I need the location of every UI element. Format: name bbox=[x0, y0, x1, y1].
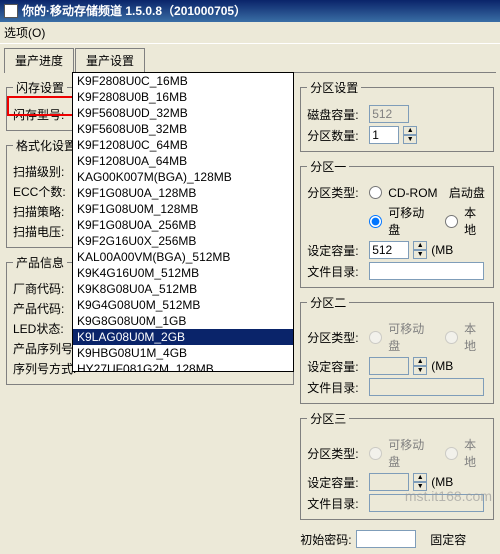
serialmode-label: 序列号方式: bbox=[13, 360, 76, 377]
product-legend: 产品信息 bbox=[13, 254, 67, 271]
dropdown-option[interactable]: K9G4G08U0M_512MB bbox=[73, 297, 293, 313]
diskcap-value bbox=[369, 105, 409, 123]
flash-legend: 闪存设置 bbox=[13, 79, 67, 96]
partition-1: 分区一 分区类型: CD-ROM 启动盘 可移动盘 本地 设定容量: ▲▼ (MB 文… bbox=[300, 158, 494, 288]
diskcap-label: 磁盘容量: bbox=[307, 106, 365, 123]
app-icon bbox=[4, 4, 18, 18]
dropdown-option[interactable]: KAL00A00VM(BGA)_512MB bbox=[73, 249, 293, 265]
p2-dir-label: 文件目录: bbox=[307, 379, 365, 396]
p2-local-radio bbox=[445, 331, 458, 344]
p1-dir-label: 文件目录: bbox=[307, 263, 365, 280]
p2-unit: (MB bbox=[431, 359, 453, 373]
dropdown-option[interactable]: K9F5608U0D_32MB bbox=[73, 105, 293, 121]
menu-bar: 选项(O) bbox=[0, 22, 500, 44]
p3-legend: 分区三 bbox=[307, 410, 349, 427]
p2-removable-label: 可移动盘 bbox=[388, 320, 434, 354]
dropdown-option[interactable]: K9F2808U0B_16MB bbox=[73, 89, 293, 105]
p2-cap-spinner: ▲▼ bbox=[413, 357, 427, 375]
scan-policy-label: 扫描策略: bbox=[13, 203, 71, 220]
p1-removable-radio[interactable] bbox=[369, 215, 382, 228]
p2-cap-input bbox=[369, 357, 409, 375]
dropdown-option[interactable]: K9F1G08U0A_256MB bbox=[73, 217, 293, 233]
p1-cdrom-label: CD-ROM bbox=[388, 186, 437, 200]
window-title: 你的·移动存储频道 1.5.0.8（201000705） bbox=[22, 0, 246, 22]
menu-options[interactable]: 选项(O) bbox=[4, 26, 45, 40]
dropdown-option[interactable]: K9F1208U0A_64MB bbox=[73, 153, 293, 169]
p3-unit: (MB bbox=[431, 475, 453, 489]
led-label: LED状态: bbox=[13, 320, 71, 337]
scan-voltage-label: 扫描电压: bbox=[13, 223, 71, 240]
tab-settings[interactable]: 量产设置 bbox=[75, 48, 145, 73]
dropdown-option[interactable]: KAG00K007M(BGA)_128MB bbox=[73, 169, 293, 185]
flash-model-dropdown[interactable]: K9F2808U0C_16MBK9F2808U0B_16MBK9F5608U0D… bbox=[72, 72, 294, 372]
dropdown-option[interactable]: K9F1G08U0A_128MB bbox=[73, 185, 293, 201]
p3-local-label: 本地 bbox=[464, 436, 487, 470]
p1-cap-input[interactable] bbox=[369, 241, 409, 259]
p3-local-radio bbox=[445, 447, 458, 460]
partcount-spinner[interactable]: ▲▼ bbox=[403, 126, 417, 144]
p1-local-label: 本地 bbox=[464, 204, 487, 238]
p2-cap-label: 设定容量: bbox=[307, 358, 365, 375]
p1-removable-label: 可移动盘 bbox=[388, 204, 434, 238]
flash-model-label: 闪存型号: bbox=[13, 106, 71, 123]
p2-removable-radio bbox=[369, 331, 382, 344]
p1-cdrom-radio[interactable] bbox=[369, 186, 382, 199]
dropdown-option[interactable]: K9HBG08U1M_4GB bbox=[73, 345, 293, 361]
dropdown-option[interactable]: K9G8G08U0M_1GB bbox=[73, 313, 293, 329]
p1-unit: (MB bbox=[431, 243, 453, 257]
format-legend: 格式化设置 bbox=[13, 137, 79, 154]
partition-2: 分区二 分区类型: 可移动盘 本地 设定容量: ▲▼ (MB 文件目录: bbox=[300, 294, 494, 404]
title-bar: 你的·移动存储频道 1.5.0.8（201000705） bbox=[0, 0, 500, 22]
dropdown-option[interactable]: K9LAG08U0M_2GB bbox=[73, 329, 293, 345]
p2-dir-input bbox=[369, 378, 484, 396]
dropdown-option[interactable]: HY27UF081G2M_128MB bbox=[73, 361, 293, 372]
p2-local-label: 本地 bbox=[464, 320, 487, 354]
product-label: 产品代码: bbox=[13, 300, 71, 317]
chevron-up-icon: ▲ bbox=[403, 126, 417, 135]
p3-dir-label: 文件目录: bbox=[307, 495, 365, 512]
tab-strip: 量产进度 量产设置 bbox=[4, 48, 496, 73]
dropdown-option[interactable]: K9F2808U0C_16MB bbox=[73, 73, 293, 89]
p1-type-label: 分区类型: bbox=[307, 184, 365, 201]
watermark: mst.it168.com bbox=[405, 488, 492, 504]
p3-cap-label: 设定容量: bbox=[307, 474, 365, 491]
p2-type-label: 分区类型: bbox=[307, 329, 365, 346]
ecc-label: ECC个数: bbox=[13, 183, 71, 200]
p1-legend: 分区一 bbox=[307, 158, 349, 175]
p1-boot-label: 启动盘 bbox=[449, 184, 485, 201]
scan-level-label: 扫描级别: bbox=[13, 163, 71, 180]
p1-cap-label: 设定容量: bbox=[307, 242, 365, 259]
dropdown-option[interactable]: K9K4G16U0M_512MB bbox=[73, 265, 293, 281]
p1-local-radio[interactable] bbox=[445, 215, 458, 228]
p3-cap-input bbox=[369, 473, 409, 491]
dropdown-option[interactable]: K9F2G16U0X_256MB bbox=[73, 233, 293, 249]
vendor-label: 厂商代码: bbox=[13, 280, 71, 297]
dropdown-option[interactable]: K9F1208U0C_64MB bbox=[73, 137, 293, 153]
p1-cap-spinner[interactable]: ▲▼ bbox=[413, 241, 427, 259]
partcount-value[interactable] bbox=[369, 126, 399, 144]
p3-removable-label: 可移动盘 bbox=[388, 436, 434, 470]
dropdown-option[interactable]: K9F1G08U0M_128MB bbox=[73, 201, 293, 217]
init-pwd-label: 初始密码: bbox=[300, 531, 351, 548]
p3-removable-radio bbox=[369, 447, 382, 460]
dropdown-option[interactable]: K9K8G08U0A_512MB bbox=[73, 281, 293, 297]
chevron-down-icon: ▼ bbox=[403, 135, 417, 144]
serial-label: 产品序列号: bbox=[13, 340, 76, 357]
partcount-label: 分区数量: bbox=[307, 127, 365, 144]
init-pwd-input[interactable] bbox=[356, 530, 416, 548]
dropdown-option[interactable]: K9F5608U0B_32MB bbox=[73, 121, 293, 137]
fix-label: 固定容 bbox=[430, 531, 466, 548]
p2-legend: 分区二 bbox=[307, 294, 349, 311]
partset-legend: 分区设置 bbox=[307, 79, 361, 96]
partition-set: 分区设置 磁盘容量: 分区数量: ▲▼ bbox=[300, 79, 494, 152]
tab-progress[interactable]: 量产进度 bbox=[4, 48, 74, 73]
p3-type-label: 分区类型: bbox=[307, 445, 365, 462]
p1-dir-input[interactable] bbox=[369, 262, 484, 280]
